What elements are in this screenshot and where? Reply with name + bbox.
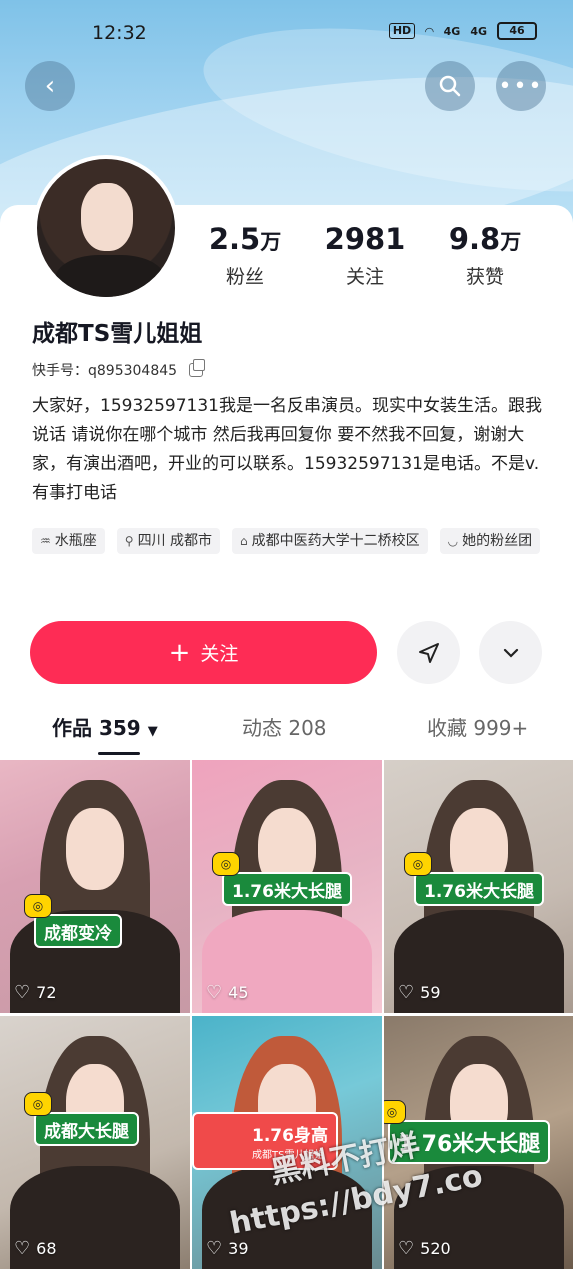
like-count: ♡ 45 [206,982,249,1003]
tag-school[interactable]: ⌂ 成都中医药大学十二桥校区 [232,528,428,554]
expand-button[interactable] [479,621,542,684]
tag-label: 成都中医药大学十二桥校区 [251,533,420,549]
like-number: 59 [420,983,441,1002]
plus-icon: + [168,637,191,668]
profile-stats: 2.5万 粉丝 2981 关注 9.8万 获赞 [185,222,573,289]
stat-label: 粉丝 [225,266,264,288]
like-count: ♡ 72 [14,982,57,1003]
heart-icon: ♡ [206,1238,223,1259]
avatar-face [81,183,133,251]
ellipsis-icon: ••• [498,73,544,99]
search-icon [439,75,461,97]
like-count: ♡ 59 [398,982,441,1003]
video-label: ◎ 1.76米大长腿 [212,852,352,906]
share-button[interactable] [397,621,460,684]
video-thumbnail[interactable]: ◎ 1.76米大长腿 ♡ 45 [192,760,382,1013]
thumb-art [66,808,124,890]
like-count: ♡ 68 [14,1238,57,1259]
heart-icon: ♡ [14,1238,31,1259]
kuaishou-badge-icon: ◎ [212,852,240,876]
like-number: 72 [36,983,57,1002]
chevron-down-icon [503,648,518,658]
tag-label: 四川 成都市 [137,533,213,549]
heart-icon: ♡ [206,982,223,1003]
stat-following[interactable]: 2981 关注 [305,222,425,289]
tag-location[interactable]: ⚲ 四川 成都市 [116,528,221,554]
more-button[interactable]: ••• [496,61,546,111]
video-label-text: 成都变冷 [44,923,112,944]
fanclub-icon: ◡ [447,534,459,548]
video-label-text: 1.76米大长腿 [424,881,534,902]
signal-icon: 4G [443,24,461,38]
stat-label: 获赞 [465,266,504,288]
like-number: 520 [420,1239,451,1258]
search-button[interactable] [425,61,475,111]
like-number: 45 [228,983,249,1002]
stat-number: 2981 [324,222,406,256]
video-thumbnail[interactable]: ◎ 1.76米大长腿 ♡ 59 [384,760,573,1013]
heart-icon: ♡ [398,1238,415,1259]
signal-icon: 4G [470,24,487,38]
video-thumbnail[interactable]: ◎ 成都变冷 ♡ 72 [0,760,190,1013]
stat-likes[interactable]: 9.8万 获赞 [425,222,545,289]
video-label: ◎ 1.76米大长腿 [404,852,544,906]
send-icon [418,642,439,663]
video-label-text: 1.76身高 [252,1126,328,1146]
chevron-left-icon: ‹ [44,71,56,101]
video-label: ◎ 成都大长腿 [24,1092,139,1146]
tag-fanclub[interactable]: ◡ 她的粉丝团 [439,528,541,554]
kuaishou-id-text: 快手号：q895304845 [32,363,178,379]
video-thumbnail[interactable]: ◎ 成都大长腿 ♡ 68 [0,1016,190,1269]
caret-down-icon: ▼ [147,724,158,739]
hd-icon: HD [388,23,416,39]
like-number: 68 [36,1239,57,1258]
kuaishou-badge-icon: ◎ [384,1100,406,1124]
tag-label: 她的粉丝团 [462,533,533,549]
kuaishou-id: 快手号：q895304845 [32,359,206,380]
battery-icon: 46 [497,22,537,40]
graduation-cap-icon: ⌂ [240,534,248,548]
tab-moments[interactable]: 动态 208 [242,712,327,741]
stat-number: 2.5万 [208,222,282,256]
copy-icon[interactable] [189,359,206,377]
location-pin-icon: ⚲ [124,534,134,548]
stat-followers[interactable]: 2.5万 粉丝 [185,222,305,289]
kuaishou-badge-icon: ◎ [24,1092,52,1116]
tag-zodiac[interactable]: ♒ 水瓶座 [32,528,105,554]
status-icons: HD ◠ 4G 4G 46 [388,22,537,40]
follow-button[interactable]: + 关注 [30,621,377,684]
content-tabs: 作品 359 ▼ 动态 208 收藏 999+ [0,712,573,755]
like-count: ♡ 520 [398,1238,451,1259]
tab-label: 作品 359 [52,716,141,740]
video-label-text: 成都大长腿 [44,1121,129,1142]
tag-label: 水瓶座 [54,533,97,549]
kuaishou-badge-icon: ◎ [404,852,432,876]
avatar-body [55,255,165,297]
profile-tags: ♒ 水瓶座 ⚲ 四川 成都市 ⌂ 成都中医药大学十二桥校区 ◡ 她的粉丝团 [32,528,552,554]
heart-icon: ♡ [398,982,415,1003]
status-bar: 12:32 HD ◠ 4G 4G 46 [0,0,573,64]
follow-label: 关注 [200,643,239,665]
stat-number: 9.8万 [448,222,522,256]
stat-label: 关注 [345,266,384,288]
status-time: 12:32 [92,22,147,44]
wifi-icon: ◠ [425,24,434,38]
tab-works[interactable]: 作品 359 ▼ [52,712,158,741]
video-label-text: 1.76米大长腿 [232,881,342,902]
bio-text: 大家好，15932597131我是一名反串演员。现实中女装生活。跟我说话 请说你… [32,396,542,503]
zodiac-icon: ♒ [40,534,51,548]
username: 成都TS雪儿姐姐 [32,321,203,347]
tab-favorites[interactable]: 收藏 999+ [427,712,528,741]
back-button[interactable]: ‹ [25,61,75,111]
tab-indicator [98,752,140,755]
kuaishou-badge-icon: ◎ [24,894,52,918]
heart-icon: ♡ [14,982,31,1003]
avatar[interactable] [33,155,179,301]
video-label: ◎ 成都变冷 [24,894,122,948]
